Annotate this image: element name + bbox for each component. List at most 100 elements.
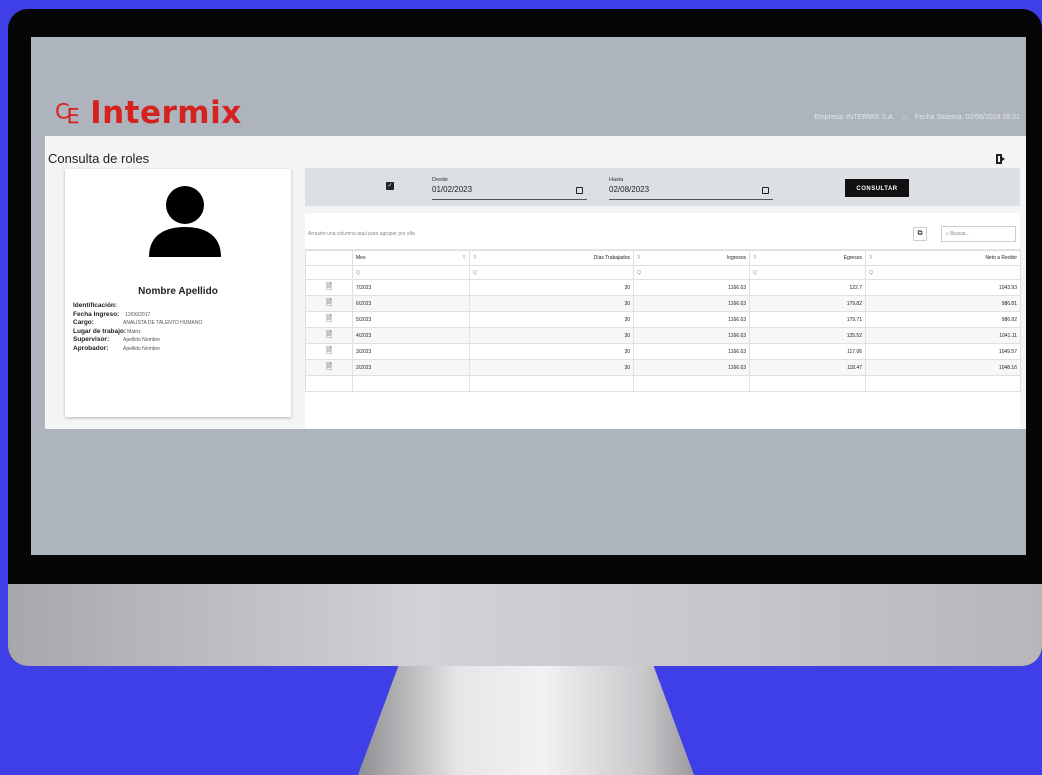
field-fecha-ingreso: Fecha Ingreso: 12/06/2017 (73, 310, 151, 318)
header-egresos[interactable]: ⊽ Egresos (749, 250, 866, 266)
monitor-chin (8, 584, 1042, 666)
hasta-value: 02/08/2023 (609, 185, 650, 194)
system-date-label: Fecha Sistema: 02/08/2023 09:21 (914, 114, 1020, 121)
cell-ingresos: 1166.63 (633, 359, 750, 376)
app-content: Consulta de roles Nombre Apellido Identi… (45, 136, 1026, 429)
pdf-icon[interactable]: 🗎 (326, 362, 332, 371)
header-dias[interactable]: ⊽ Días Trabajados (469, 250, 634, 266)
filter-icon[interactable]: ⊽ (473, 255, 477, 261)
cell-dias: 30 (469, 311, 634, 328)
cell-ingresos: 1166.63 (633, 311, 750, 328)
cell-neto: 1048.16 (865, 359, 1021, 376)
pdf-icon[interactable]: 🗎 (326, 346, 332, 355)
grid-toolbar: Arrastre una columna aquí para agrupar p… (305, 213, 1020, 250)
cell-mes: 7/2023 (352, 279, 470, 296)
cell-neto: 986.81 (865, 295, 1021, 312)
filter-icon[interactable]: ⊽ (637, 255, 641, 261)
cell-ingresos: 1166.63 (633, 295, 750, 312)
filter-icon[interactable]: ⊽ (869, 255, 873, 261)
filter-cell-mes[interactable]: Q (352, 265, 470, 280)
empty-rows (305, 375, 1021, 392)
cell-egresos: 179.82 (749, 295, 866, 312)
cell-ingresos: 1166.63 (633, 343, 750, 360)
filter-cell-neto[interactable]: Q (865, 265, 1021, 280)
filter-cell-ingresos[interactable]: Q (633, 265, 750, 280)
search-input[interactable]: ⌕ Buscar... (941, 226, 1016, 242)
table-row[interactable]: 🗎 2/2023 30 1166.63 118.47 1048.16 (305, 359, 1021, 376)
logo-text: Intermix (90, 95, 242, 131)
cell-mes: 3/2023 (352, 343, 470, 360)
cell-dias: 30 (469, 327, 634, 344)
field-aprobador: Aprobador: Apellido Nombre (73, 344, 160, 352)
field-identificacion: Identificación: (73, 302, 118, 309)
calendar-icon[interactable] (576, 187, 583, 194)
calendar-icon[interactable] (762, 187, 769, 194)
pdf-icon[interactable]: 🗎 (326, 282, 332, 291)
pdf-icon[interactable]: 🗎 (326, 314, 332, 323)
field-lugar-trabajo: Lugar de trabajo:Matriz (73, 327, 141, 335)
pdf-icon[interactable]: 🗎 (326, 330, 332, 339)
data-table: Mes ⊽ ⊽ Días Trabajados ⊽ Ingresos ⊽ Egresos… (305, 250, 1021, 392)
desde-field[interactable]: Desde 01/02/2023 (432, 177, 587, 200)
header-neto[interactable]: ⊽ Neto a Recibir (865, 250, 1021, 266)
cell-egresos: 125.52 (749, 327, 866, 344)
table-row[interactable]: 🗎 3/2023 30 1166.63 117.06 1049.57 (305, 343, 1021, 360)
header-row: Mes ⊽ ⊽ Días Trabajados ⊽ Ingresos ⊽ Egresos… (305, 250, 1021, 266)
header-icon-col (305, 250, 353, 266)
cell-mes: 6/2023 (352, 295, 470, 312)
header-mes[interactable]: Mes ⊽ (352, 250, 470, 266)
top-bar: ₠ Intermix Empresa: INTERMIX S.A. ⌂ Fecha… (31, 37, 1026, 134)
table-row[interactable]: 🗎 5/2023 30 1166.63 179.71 986.92 (305, 311, 1021, 328)
filter-cell-dias[interactable]: Q (469, 265, 634, 280)
search-placeholder: Buscar... (950, 231, 970, 237)
cell-egresos: 122.7 (749, 279, 866, 296)
filter-row: Q Q Q Q Q (305, 265, 1021, 280)
group-hint: Arrastre una columna aquí para agrupar p… (308, 231, 415, 237)
cell-mes: 5/2023 (352, 311, 470, 328)
page-title: Consulta de roles (48, 151, 150, 166)
user-avatar-icon (149, 186, 221, 257)
cell-dias: 30 (469, 359, 634, 376)
cell-dias: 30 (469, 343, 634, 360)
cell-neto: 986.92 (865, 311, 1021, 328)
cell-neto: 1043.93 (865, 279, 1021, 296)
cell-neto: 1049.57 (865, 343, 1021, 360)
desde-value: 01/02/2023 (432, 185, 473, 194)
system-info: Empresa: INTERMIX S.A. ⌂ Fecha Sistema: … (814, 114, 1020, 121)
app-logo[interactable]: ₠ Intermix (55, 95, 242, 131)
header-ingresos[interactable]: ⊽ Ingresos (633, 250, 750, 266)
field-cargo: Cargo: ANALISTA DE TALENTO HUMANO (73, 319, 203, 326)
profile-name: Nombre Apellido (138, 286, 218, 297)
screen: ₠ Intermix Empresa: INTERMIX S.A. ⌂ Fecha… (31, 37, 1026, 555)
cell-ingresos: 1166.63 (633, 327, 750, 344)
logout-icon[interactable] (995, 153, 1007, 165)
table-row[interactable]: 🗎 4/2023 30 1166.63 125.52 1041.11 (305, 327, 1021, 344)
table-row[interactable]: 🗎 6/2023 30 1166.63 179.82 986.81 (305, 295, 1021, 312)
profile-card: Nombre Apellido Identificación: Fecha In… (65, 169, 291, 417)
hasta-field[interactable]: Hasta 02/08/2023 (609, 177, 773, 200)
filter-checkbox[interactable]: ✓ (386, 182, 394, 190)
monitor-stand (358, 666, 694, 775)
euro-logo-icon: ₠ (55, 97, 81, 130)
pdf-icon[interactable]: 🗎 (326, 298, 332, 307)
cell-mes: 2/2023 (352, 359, 470, 376)
filter-icon[interactable]: ⊽ (462, 255, 466, 261)
field-supervisor: Supervisor: Apellido Nombre (73, 336, 160, 343)
cell-ingresos: 1166.63 (633, 279, 750, 296)
export-icon[interactable]: ⧉ (913, 227, 927, 241)
desde-label: Desde (432, 177, 448, 183)
cell-dias: 30 (469, 295, 634, 312)
cell-neto: 1041.11 (865, 327, 1021, 344)
home-icon[interactable]: ⌂ (903, 114, 907, 121)
filter-panel: ✓ Desde 01/02/2023 Hasta 02/08/2023 CONS… (305, 168, 1020, 206)
filter-icon[interactable]: ⊽ (753, 255, 757, 261)
filter-cell-egresos[interactable]: Q (749, 265, 866, 280)
roles-grid: Arrastre una columna aquí para agrupar p… (305, 213, 1021, 429)
hasta-label: Hasta (609, 177, 624, 183)
cell-mes: 4/2023 (352, 327, 470, 344)
table-row[interactable]: 🗎 7/2023 30 1166.63 122.7 1043.93 (305, 279, 1021, 296)
cell-egresos: 118.47 (749, 359, 866, 376)
cell-egresos: 179.71 (749, 311, 866, 328)
consultar-button[interactable]: CONSULTAR (845, 179, 909, 197)
cell-egresos: 117.06 (749, 343, 866, 360)
